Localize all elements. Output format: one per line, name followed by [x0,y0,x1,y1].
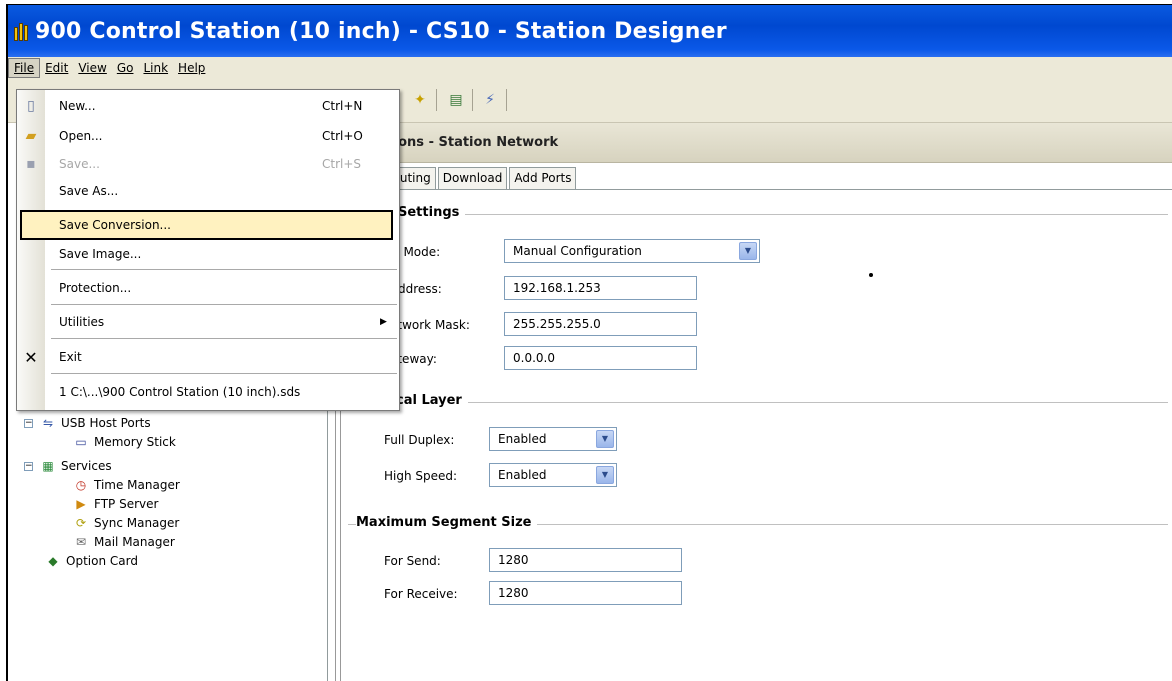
close-icon: ✕ [24,347,38,367]
app-window: 900 Control Station (10 inch) - CS10 - S… [6,4,1172,681]
title-bar: 900 Control Station (10 inch) - CS10 - S… [8,5,1172,57]
open-folder-icon: ▰ [25,128,37,144]
mail-icon: ✉ [75,535,87,549]
group-title-physical-layer: cal Layer [396,393,468,408]
tree-item-usb-host-ports[interactable]: − ⇋ USB Host Ports [24,414,151,432]
menu-item-open[interactable]: ▰ Open... Ctrl+O [17,122,399,150]
menu-separator [51,338,397,339]
menu-item-exit[interactable]: ✕ Exit [17,343,399,371]
content-header: unications - Station Network [348,123,1172,163]
port-mode-select[interactable]: Manual Configuration ▼ [504,239,760,263]
menu-item-save-conversion[interactable]: Save Conversion... [20,210,393,240]
menu-separator [51,373,397,374]
tab-add-ports[interactable]: Add Ports [509,167,577,189]
toolbar-separator [472,89,473,111]
ip-address-field[interactable]: 192.168.1.253 [504,276,697,300]
tree-item-mail-manager[interactable]: ✉ Mail Manager [72,533,175,551]
high-speed-select[interactable]: Enabled ▼ [489,463,617,487]
high-speed-label: High Speed: [384,469,458,483]
collapse-icon[interactable]: − [24,418,33,428]
menu-separator [51,269,397,270]
tab-download[interactable]: Download [437,167,508,189]
full-duplex-label: Full Duplex: [384,433,455,447]
network-mask-label: etwork Mask: [390,318,470,332]
document-edit-icon[interactable]: ▤ [444,89,468,111]
card-icon: ◆ [48,554,58,568]
memory-stick-icon: ▭ [75,435,87,449]
menu-separator [51,304,397,305]
tree-item-label: Mail Manager [94,535,175,549]
collapse-icon[interactable]: − [24,461,33,471]
tab-underline [348,189,1172,190]
menu-item-utilities[interactable]: Utilities ▶ [17,308,399,336]
toolbar-separator [506,89,507,111]
tree-item-label: Sync Manager [94,516,180,530]
menu-item-save-image[interactable]: Save Image... [17,240,399,268]
save-icon: ▪ [26,156,36,172]
toolbar-separator [436,89,437,111]
menu-item-recent-file[interactable]: 1 C:\...\900 Control Station (10 inch).s… [17,378,399,406]
ftp-icon: ▶ [76,497,86,511]
tree-item-ftp-server[interactable]: ▶ FTP Server [72,495,158,513]
tree-item-option-card[interactable]: ◆ Option Card [44,552,138,570]
menu-bar: File Edit View Go Link Help [8,57,1172,79]
stray-dot [869,273,873,277]
port-mode-value: Manual Configuration [513,244,642,258]
menu-item-save[interactable]: ▪ Save... Ctrl+S [17,150,399,178]
new-document-icon: ▯ [27,98,35,114]
high-speed-value: Enabled [498,468,547,482]
group-divider [348,402,1168,403]
file-menu: ▯ New... Ctrl+N ▰ Open... Ctrl+O ▪ Save.… [16,89,400,411]
group-divider [348,214,1168,215]
content-pane: unications - Station Network net Routing… [348,123,1172,681]
for-receive-field[interactable]: 1280 [489,581,682,605]
tree-item-services[interactable]: − ▦ Services [24,457,112,475]
tree-item-label: USB Host Ports [61,416,151,430]
tree-item-memory-stick[interactable]: ▭ Memory Stick [72,433,176,451]
submenu-arrow-icon: ▶ [380,317,387,327]
group-title-max-segment: Maximum Segment Size [356,515,538,530]
sync-icon: ⟳ [75,516,87,530]
for-send-label: For Send: [384,554,441,568]
services-icon: ▦ [42,459,54,473]
menu-edit[interactable]: Edit [40,58,73,78]
group-title-settings: Settings [398,205,466,220]
tree-item-label: Memory Stick [94,435,176,449]
app-logo-icon [13,21,31,41]
usb-icon: ⇋ [42,416,54,430]
gateway-field[interactable]: 0.0.0.0 [504,346,697,370]
full-duplex-value: Enabled [498,432,547,446]
menu-view[interactable]: View [73,58,111,78]
menu-go[interactable]: Go [112,58,139,78]
full-duplex-select[interactable]: Enabled ▼ [489,427,617,451]
network-mask-field[interactable]: 255.255.255.0 [504,312,697,336]
tree-item-label: Option Card [66,554,138,568]
for-send-field[interactable]: 1280 [489,548,682,572]
chevron-down-icon[interactable]: ▼ [739,242,757,260]
menu-link[interactable]: Link [138,58,173,78]
window-title: 900 Control Station (10 inch) - CS10 - S… [35,18,727,44]
for-receive-label: For Receive: [384,587,458,601]
tree-item-time-manager[interactable]: ◷ Time Manager [72,476,180,494]
clock-icon: ◷ [75,478,87,492]
menu-item-new[interactable]: ▯ New... Ctrl+N [17,92,399,120]
tool-icon[interactable]: ⚡ [478,89,502,111]
menu-help[interactable]: Help [173,58,210,78]
chevron-down-icon[interactable]: ▼ [596,430,614,448]
chevron-down-icon[interactable]: ▼ [596,466,614,484]
tree-item-label: Time Manager [94,478,180,492]
tree-item-sync-manager[interactable]: ⟳ Sync Manager [72,514,179,532]
menu-item-protection[interactable]: Protection... [17,274,399,302]
menu-file[interactable]: File [8,58,41,78]
tree-item-label: FTP Server [94,497,159,511]
all-variables-icon[interactable]: ✦ [408,89,432,111]
tree-item-label: Services [61,459,112,473]
menu-item-save-as[interactable]: Save As... [17,177,399,205]
